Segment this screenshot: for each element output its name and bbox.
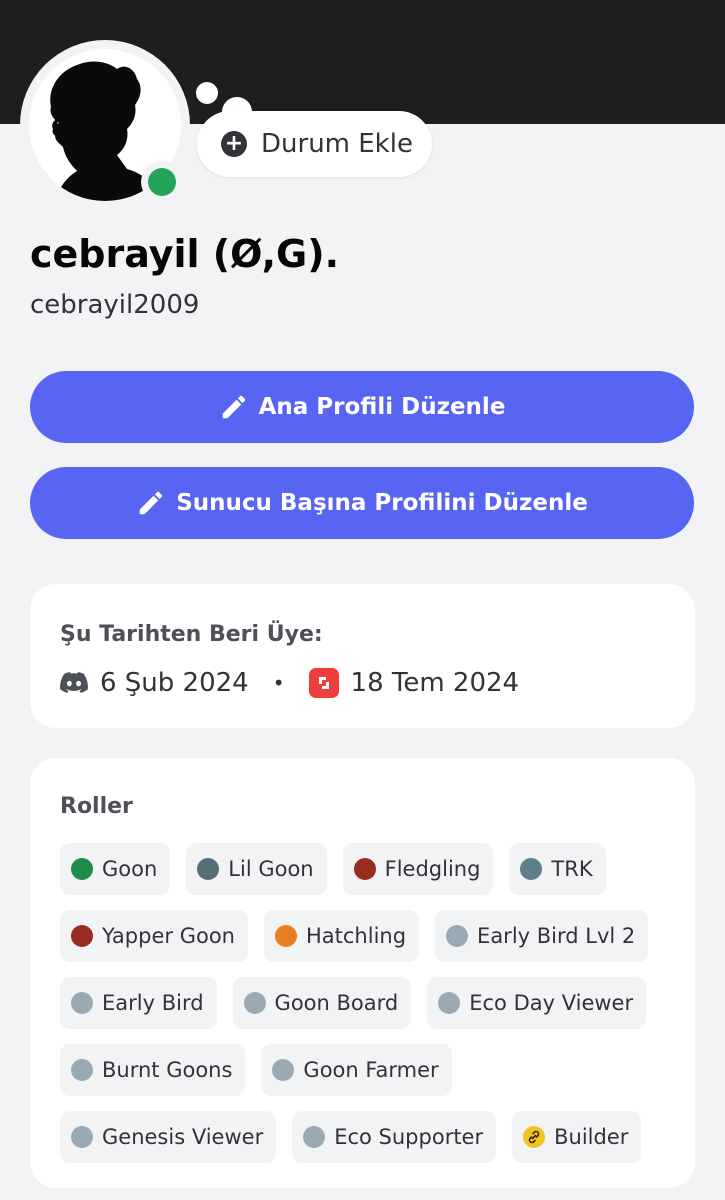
role-name: Builder — [554, 1125, 629, 1149]
display-name: cebrayil (Ø,G). — [30, 232, 340, 276]
role-chip[interactable]: Genesis Viewer — [60, 1111, 277, 1163]
role-chip[interactable]: Early Bird Lvl 2 — [435, 910, 649, 962]
role-name: Goon Farmer — [303, 1058, 439, 1082]
role-chip[interactable]: Fledgling — [342, 843, 494, 895]
pencil-icon — [222, 395, 245, 419]
username: cebrayil2009 — [30, 290, 200, 320]
role-color-dot — [353, 858, 376, 880]
server-icon — [308, 668, 339, 698]
role-name: Eco Supporter — [334, 1125, 484, 1149]
server-logo-icon — [318, 677, 329, 689]
edit-main-profile-button[interactable]: Ana Profili Düzenle — [30, 371, 694, 443]
role-name: Genesis Viewer — [102, 1125, 264, 1149]
role-chip[interactable]: Hatchling — [263, 910, 420, 962]
role-color-dot — [71, 1126, 93, 1148]
role-color-dot — [272, 1059, 295, 1081]
role-color-dot — [71, 858, 93, 880]
role-name: TRK — [551, 857, 593, 881]
add-status-label: Durum Ekle — [261, 129, 413, 159]
role-name: Eco Day Viewer — [469, 991, 634, 1015]
role-color-dot — [438, 992, 461, 1014]
separator-dot: • — [272, 671, 285, 695]
member-since-row: 6 Şub 2024 • 18 Tem 2024 — [60, 666, 519, 700]
role-color-dot — [71, 925, 93, 947]
role-color-dot — [446, 925, 469, 947]
plus-circle-icon: + — [221, 131, 247, 157]
role-chip[interactable]: Eco Day Viewer — [427, 977, 647, 1029]
role-name: Hatchling — [305, 924, 407, 948]
edit-server-profile-button[interactable]: Sunucu Başına Profilini Düzenle — [30, 467, 694, 539]
add-status-button[interactable]: + Durum Ekle — [197, 111, 432, 177]
role-name: Goon Board — [274, 991, 399, 1015]
roles-title: Roller — [60, 794, 133, 819]
role-chip[interactable]: Goon Farmer — [261, 1044, 452, 1096]
role-color-dot — [197, 858, 220, 880]
discord-join-date: 6 Şub 2024 — [100, 668, 249, 698]
online-dot — [148, 168, 176, 196]
role-name: Early Bird — [102, 991, 204, 1015]
role-chip[interactable]: Lil Goon — [186, 843, 327, 895]
edit-server-profile-label: Sunucu Başına Profilini Düzenle — [176, 490, 588, 516]
role-color-dot — [520, 858, 543, 880]
role-color-dot — [274, 925, 297, 947]
role-chip[interactable]: Yapper Goon — [60, 910, 248, 962]
thought-bubble-small — [196, 82, 218, 104]
role-name: Burnt Goons — [102, 1058, 233, 1082]
role-color-dot — [71, 1059, 93, 1081]
role-name: Fledgling — [384, 857, 481, 881]
roles-list: Goon Lil Goon Fledgling TRK Yapper Goon Hatch… — [60, 843, 680, 1163]
role-name: Goon — [102, 857, 158, 881]
roles-card: Roller Goon Lil Goon Fledgling TRK Yapper Go… — [30, 758, 695, 1188]
role-name: Lil Goon — [228, 857, 314, 881]
role-name: Early Bird Lvl 2 — [477, 924, 636, 948]
role-chip[interactable]: Builder — [512, 1111, 642, 1163]
member-since-title: Şu Tarihten Beri Üye: — [60, 622, 323, 647]
role-chip[interactable]: TRK — [509, 843, 606, 895]
link-icon — [523, 1126, 546, 1148]
role-color-dot — [243, 992, 266, 1014]
role-color-dot — [303, 1126, 326, 1148]
discord-icon — [60, 672, 88, 693]
member-since-card: Şu Tarihten Beri Üye: 6 Şub 2024 • 18 Te… — [30, 584, 695, 728]
role-chip[interactable]: Eco Supporter — [292, 1111, 497, 1163]
role-chip[interactable]: Burnt Goons — [60, 1044, 246, 1096]
role-color-dot — [71, 992, 93, 1014]
role-chip[interactable]: Goon — [60, 843, 171, 895]
role-chip[interactable]: Early Bird — [60, 977, 217, 1029]
edit-main-profile-label: Ana Profili Düzenle — [258, 394, 506, 420]
online-status-indicator — [141, 161, 183, 203]
role-name: Yapper Goon — [102, 924, 235, 948]
pencil-icon — [139, 491, 163, 515]
server-join-date: 18 Tem 2024 — [350, 668, 520, 698]
role-chip[interactable]: Goon Board — [232, 977, 412, 1029]
